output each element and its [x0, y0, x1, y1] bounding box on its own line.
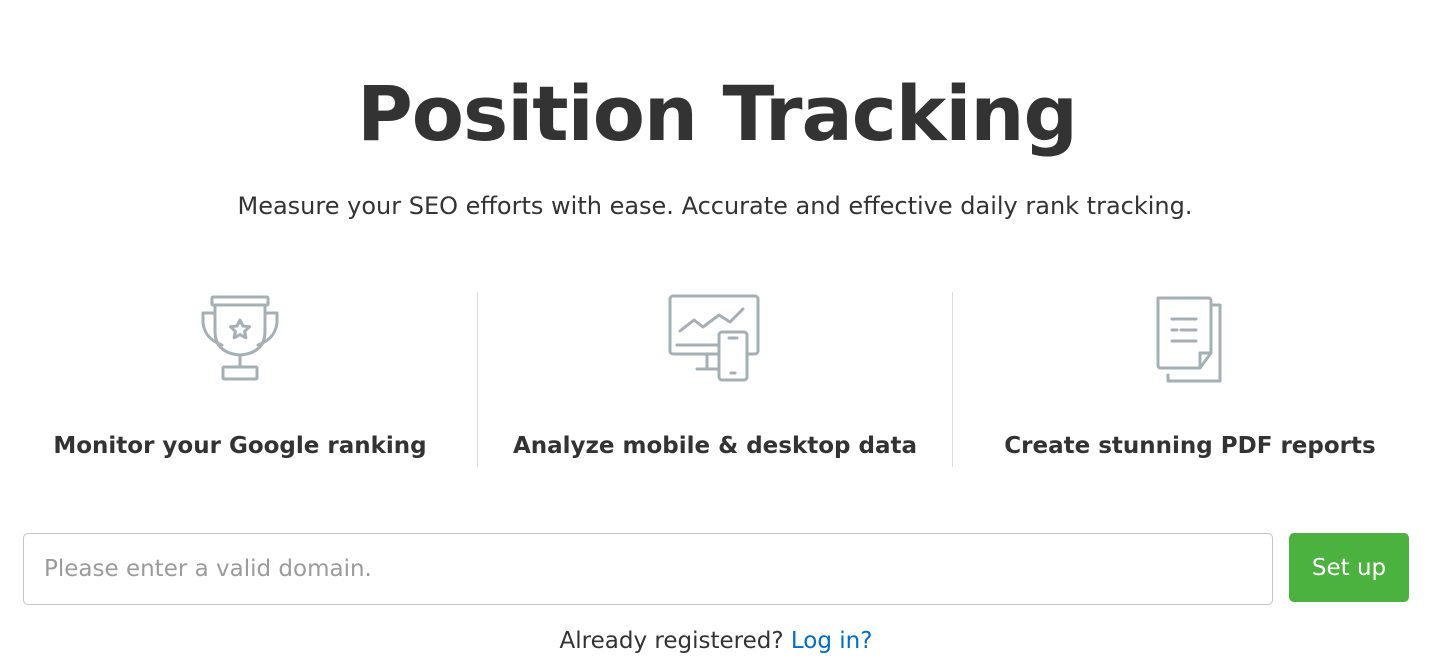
setup-button[interactable]: Set up: [1289, 533, 1409, 602]
feature-pdf-reports: Create stunning PDF reports: [952, 290, 1428, 470]
domain-input[interactable]: [23, 533, 1273, 605]
feature-label: Create stunning PDF reports: [1004, 433, 1376, 459]
feature-label: Monitor your Google ranking: [53, 433, 427, 459]
feature-label: Analyze mobile & desktop data: [512, 433, 918, 459]
page-title: Position Tracking: [357, 69, 1078, 158]
features-row: Monitor your Google ranking Analyze mobi…: [0, 290, 1430, 470]
monitor-mobile-icon: [667, 293, 763, 389]
feature-divider: [952, 292, 953, 467]
feature-monitor-ranking: Monitor your Google ranking: [2, 290, 478, 470]
document-report-icon: [1150, 293, 1230, 389]
feature-mobile-desktop: Analyze mobile & desktop data: [478, 290, 952, 470]
trophy-icon: [198, 293, 282, 389]
login-prompt-text: Already registered?: [559, 628, 784, 654]
feature-divider: [477, 292, 478, 467]
login-prompt-row: Already registered? Log in?: [0, 624, 1432, 658]
page-subtitle: Measure your SEO efforts with ease. Accu…: [237, 192, 1193, 220]
login-link[interactable]: Log in?: [791, 628, 873, 654]
position-tracking-page: Position Tracking Measure your SEO effor…: [0, 0, 1434, 669]
